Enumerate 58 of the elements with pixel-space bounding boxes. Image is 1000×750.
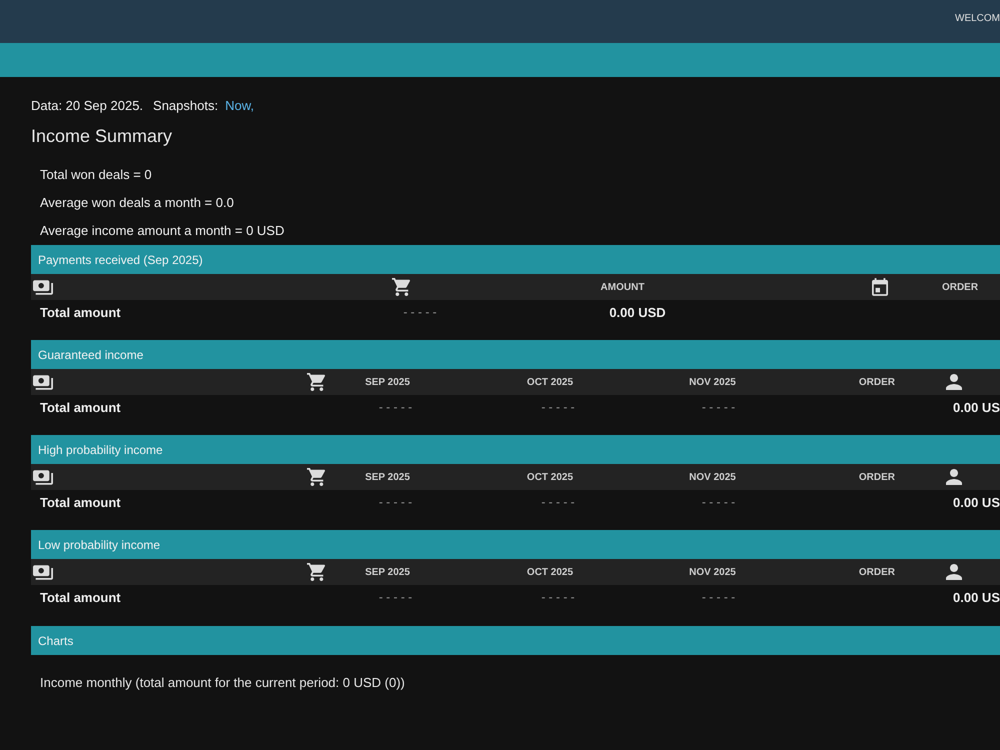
empty-value: - - - - - (702, 590, 736, 604)
money-bills-icon (33, 280, 53, 294)
section-header: Guaranteed income (31, 340, 1000, 369)
shopping-cart-icon (307, 373, 325, 391)
section-header: High probability income (31, 435, 1000, 464)
section-title: Income Summary (31, 125, 172, 148)
empty-value: - - - - - (378, 400, 412, 414)
column-header: ORDER (858, 376, 895, 388)
snapshots-label: Snapshots: (153, 98, 218, 112)
total-value: 0.00 US (953, 494, 1000, 510)
money-bills-icon (33, 374, 53, 390)
column-header: OCT 2025 (526, 472, 574, 482)
data-date-text: Data: 20 Sep 2025. (31, 98, 144, 112)
empty-value: - - - - - (403, 305, 437, 319)
total-label: Total amount (40, 590, 121, 604)
column-header: SEP 2025 (365, 376, 410, 388)
person-icon (946, 564, 962, 580)
total-label: Total amount (40, 304, 121, 320)
column-header: OCT 2025 (526, 376, 574, 388)
money-bills-icon (33, 564, 53, 580)
empty-value: - - - - - (378, 590, 412, 604)
total-value: 0.00 US (953, 400, 1000, 414)
calendar-icon (872, 278, 888, 296)
column-header: SEP 2025 (365, 472, 410, 482)
summary-line: Average income amount a month = 0 USD (40, 222, 284, 240)
shopping-cart-icon (307, 468, 325, 486)
chart-caption: Income monthly (total amount for the current period: 0 USD (0)) (40, 674, 405, 692)
section-header: Payments received (Sep 2025) (31, 245, 1000, 274)
total-value: 0.00 US (953, 590, 1000, 604)
column-header: NOV 2025 (689, 376, 736, 388)
person-icon (946, 374, 962, 390)
column-header: ORDER (858, 472, 895, 482)
column-header: AMOUNT (600, 282, 644, 292)
section-header: Charts (31, 626, 1000, 655)
column-header: ORDER (858, 566, 895, 578)
person-icon (946, 469, 962, 485)
summary-line: Total won deals = 0 (40, 166, 152, 184)
money-bills-icon (33, 470, 53, 484)
total-value: 0.00 USD (609, 304, 666, 320)
welcome-text: WELCOM (955, 13, 1000, 24)
total-label: Total amount (40, 494, 121, 510)
column-header: NOV 2025 (689, 472, 736, 482)
column-header: ORDER (942, 282, 978, 292)
column-header: OCT 2025 (526, 566, 574, 578)
empty-value: - - - - - (702, 400, 736, 414)
section-header: Low probability income (31, 530, 1000, 559)
column-header: SEP 2025 (365, 566, 410, 578)
empty-value: - - - - - (541, 400, 575, 414)
shopping-cart-icon (392, 278, 410, 296)
snapshot-link[interactable]: Now, (225, 98, 254, 112)
empty-value: - - - - - (702, 495, 736, 509)
empty-value: - - - - - (541, 495, 575, 509)
empty-value: - - - - - (541, 590, 575, 604)
shopping-cart-icon (307, 563, 325, 581)
summary-line: Average won deals a month = 0.0 (40, 194, 234, 212)
column-header: NOV 2025 (689, 566, 736, 578)
total-label: Total amount (40, 400, 121, 414)
empty-value: - - - - - (378, 495, 412, 509)
